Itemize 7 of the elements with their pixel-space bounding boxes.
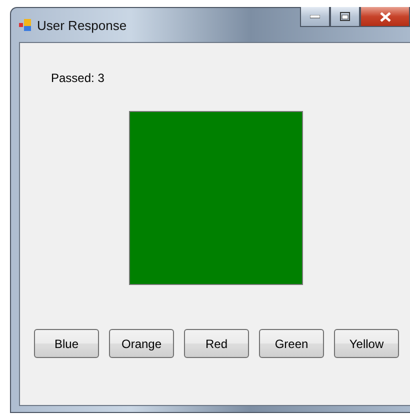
passed-label: Passed: 3 [51, 71, 104, 85]
color-button[interactable]: Yellow [334, 329, 399, 358]
window-title: User Response [37, 18, 127, 32]
color-button[interactable]: Orange [109, 329, 174, 358]
color-button[interactable]: Green [259, 329, 324, 358]
color-button[interactable]: Red [184, 329, 249, 358]
color-button[interactable]: Blue [34, 329, 99, 358]
